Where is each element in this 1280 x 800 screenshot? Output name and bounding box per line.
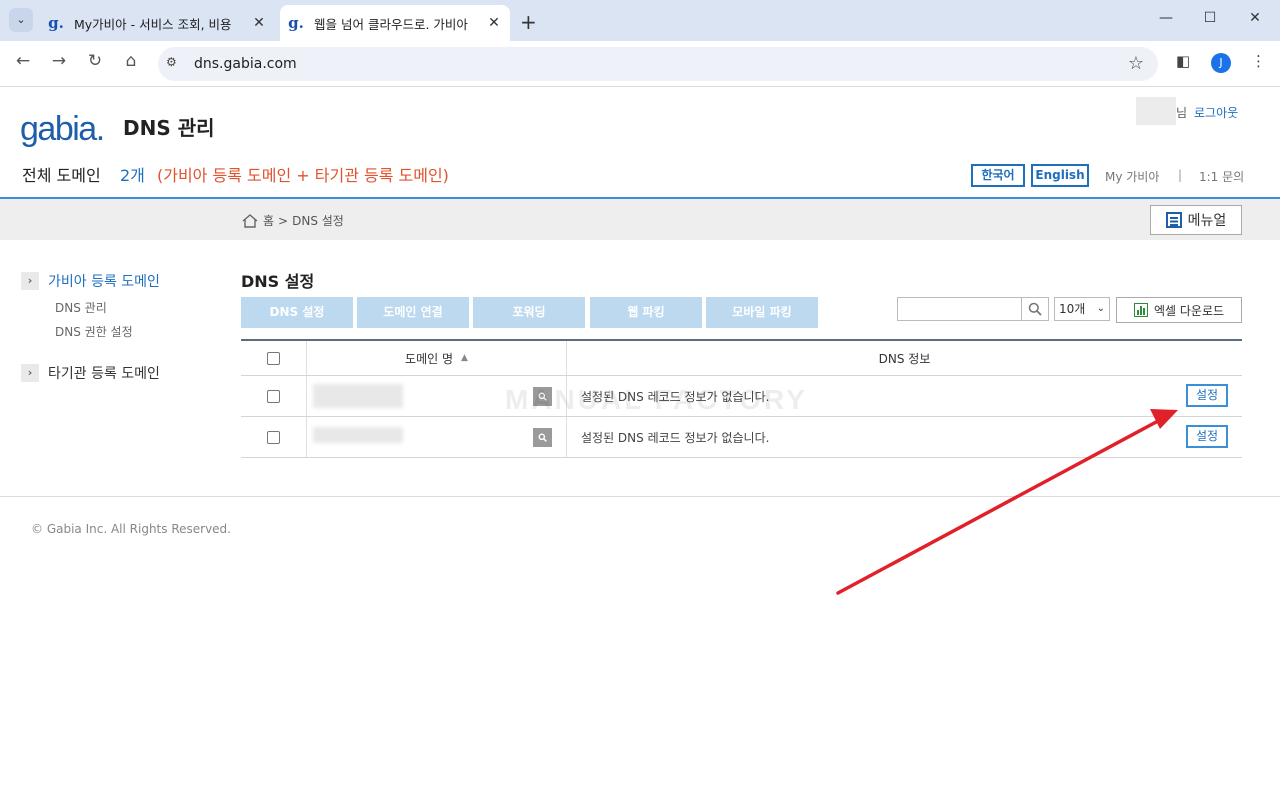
- tab-title: 웹을 넘어 클라우드로. 가비아: [314, 16, 468, 32]
- sidebar-arrow-icon: ›: [21, 272, 39, 290]
- lang-korean-button[interactable]: 한국어: [971, 164, 1025, 187]
- browser-tab-bar: ⌄ g. My가비아 - 서비스 조회, 비용 ✕ g. 웹을 넘어 클라우드로…: [0, 0, 1280, 41]
- domain-connect-button[interactable]: 도메인 연결: [357, 297, 469, 328]
- dns-setup-button[interactable]: 설정: [1186, 425, 1228, 448]
- side-panel-icon[interactable]: ◧: [1176, 52, 1190, 70]
- domain-name-masked: [313, 384, 403, 408]
- tab-close-icon[interactable]: ✕: [484, 15, 504, 31]
- select-all-checkbox[interactable]: [267, 351, 280, 365]
- inquiry-link[interactable]: 1:1 문의: [1199, 168, 1244, 185]
- manual-button[interactable]: 메뉴얼: [1150, 205, 1242, 235]
- domain-cell: [307, 417, 567, 457]
- header-separator: |: [1178, 168, 1183, 182]
- chevron-down-icon: ⌄: [1096, 303, 1105, 314]
- sidebar-item-dns-manage[interactable]: DNS 관리: [55, 299, 107, 316]
- table-row: 설정된 DNS 레코드 정보가 없습니다. 설정: [241, 417, 1242, 458]
- gabia-logo[interactable]: gabia.: [20, 110, 105, 149]
- excel-download-button[interactable]: 엑셀 다운로드: [1116, 297, 1242, 323]
- table-header-row: 도메인 명 ▲ DNS 정보: [241, 341, 1242, 376]
- home-icon[interactable]: [242, 213, 258, 228]
- select-all-cell: [241, 341, 307, 375]
- user-suffix: 님: [1176, 106, 1188, 120]
- manual-label: 메뉴얼: [1187, 213, 1227, 229]
- sidebar-group-label: 타기관 등록 도메인: [48, 366, 160, 382]
- column-header-dns: DNS 정보: [567, 341, 1242, 375]
- row-checkbox-cell: [241, 417, 307, 457]
- reload-icon[interactable]: ↻: [83, 51, 107, 71]
- sidebar-group-label: 가비아 등록 도메인: [48, 274, 160, 290]
- manual-icon: [1165, 212, 1182, 228]
- tab-search-button[interactable]: ⌄: [9, 8, 33, 32]
- column-header-label: DNS 정보: [878, 351, 931, 366]
- breadcrumb-arrow: >: [278, 213, 289, 228]
- total-domain-label: 전체 도메인: [22, 166, 101, 185]
- star-icon[interactable]: ☆: [1128, 53, 1144, 74]
- column-header-label: 도메인 명: [405, 351, 454, 366]
- copyright-text: © Gabia Inc. All Rights Reserved.: [31, 522, 231, 536]
- tab-title: My가비아 - 서비스 조회, 비용: [74, 16, 232, 32]
- footer-divider: [0, 496, 1280, 497]
- sidebar-group-gabia[interactable]: › 가비아 등록 도메인: [21, 271, 160, 291]
- browser-toolbar: ← → ↻ ⌂ ⚙ dns.gabia.com ☆ ◧ ⋮: [0, 41, 1280, 87]
- row-checkbox-cell: [241, 376, 307, 416]
- total-domain-note: (가비아 등록 도메인 + 타기관 등록 도메인): [157, 166, 449, 185]
- address-bar[interactable]: ⚙ dns.gabia.com ☆: [158, 47, 1158, 81]
- dns-settings-button[interactable]: DNS 설정: [241, 297, 353, 328]
- my-gabia-link[interactable]: My 가비아: [1105, 168, 1159, 185]
- row-checkbox[interactable]: [267, 430, 280, 444]
- breadcrumb-current: DNS 설정: [292, 214, 344, 228]
- watermark: MANUAL FACTORY: [505, 384, 808, 415]
- excel-icon: [1133, 303, 1148, 317]
- url-text: dns.gabia.com: [194, 56, 297, 72]
- profile-avatar[interactable]: J: [1211, 53, 1231, 73]
- site-info-icon[interactable]: ⚙: [166, 55, 177, 69]
- column-header-domain[interactable]: 도메인 명 ▲: [307, 341, 567, 375]
- logout-link[interactable]: 로그아웃: [1194, 104, 1238, 121]
- search-button[interactable]: [1021, 297, 1049, 321]
- forwarding-button[interactable]: 포워딩: [473, 297, 585, 328]
- sidebar-item-dns-permission[interactable]: DNS 권한 설정: [55, 323, 133, 340]
- home-icon[interactable]: ⌂: [119, 51, 143, 71]
- page-size-value: 10개: [1059, 302, 1086, 316]
- sidebar-arrow-icon: ›: [21, 364, 39, 382]
- new-tab-button[interactable]: +: [520, 10, 537, 34]
- search-input[interactable]: [897, 297, 1022, 321]
- gabia-favicon-icon: g.: [288, 14, 304, 32]
- mobile-parking-button[interactable]: 모바일 파킹: [706, 297, 818, 328]
- dns-info-text: 설정된 DNS 레코드 정보가 없습니다.: [581, 430, 770, 445]
- more-menu-icon[interactable]: ⋮: [1251, 52, 1266, 70]
- sort-arrow-icon[interactable]: ▲: [461, 353, 468, 363]
- lang-english-button[interactable]: English: [1031, 164, 1089, 187]
- user-name-masked: [1136, 97, 1176, 125]
- browser-tab-my-gabia[interactable]: g. My가비아 - 서비스 조회, 비용 ✕: [40, 5, 275, 41]
- domain-zoom-button[interactable]: [533, 428, 552, 447]
- minimize-icon[interactable]: —: [1156, 10, 1176, 26]
- back-icon[interactable]: ←: [11, 51, 35, 71]
- browser-tab-active[interactable]: g. 웹을 넘어 클라우드로. 가비아 ✕: [280, 5, 510, 41]
- domain-name-masked: [313, 427, 403, 443]
- excel-download-label: 엑셀 다운로드: [1153, 303, 1225, 318]
- app-title: DNS 관리: [123, 116, 215, 140]
- window-close-icon[interactable]: ✕: [1245, 10, 1265, 26]
- row-checkbox[interactable]: [267, 389, 280, 403]
- sidebar-group-other[interactable]: › 타기관 등록 도메인: [21, 363, 160, 383]
- dns-setup-button[interactable]: 설정: [1186, 384, 1228, 407]
- forward-icon[interactable]: →: [47, 51, 71, 71]
- breadcrumb: 홈 > DNS 설정: [242, 212, 344, 229]
- maximize-icon[interactable]: ☐: [1200, 10, 1220, 26]
- page-size-select[interactable]: 10개 ⌄: [1054, 297, 1110, 321]
- search-icon: [1028, 302, 1042, 316]
- dns-info-cell: 설정된 DNS 레코드 정보가 없습니다. 설정: [567, 417, 1242, 457]
- tab-close-icon[interactable]: ✕: [249, 15, 269, 31]
- gabia-favicon-icon: g.: [48, 14, 64, 32]
- web-parking-button[interactable]: 웹 파킹: [590, 297, 702, 328]
- zoom-icon: [538, 433, 547, 442]
- total-domain-count: 2개: [120, 166, 145, 185]
- breadcrumb-home[interactable]: 홈: [263, 212, 274, 229]
- section-title: DNS 설정: [241, 272, 315, 291]
- breadcrumb-bar: [0, 199, 1280, 240]
